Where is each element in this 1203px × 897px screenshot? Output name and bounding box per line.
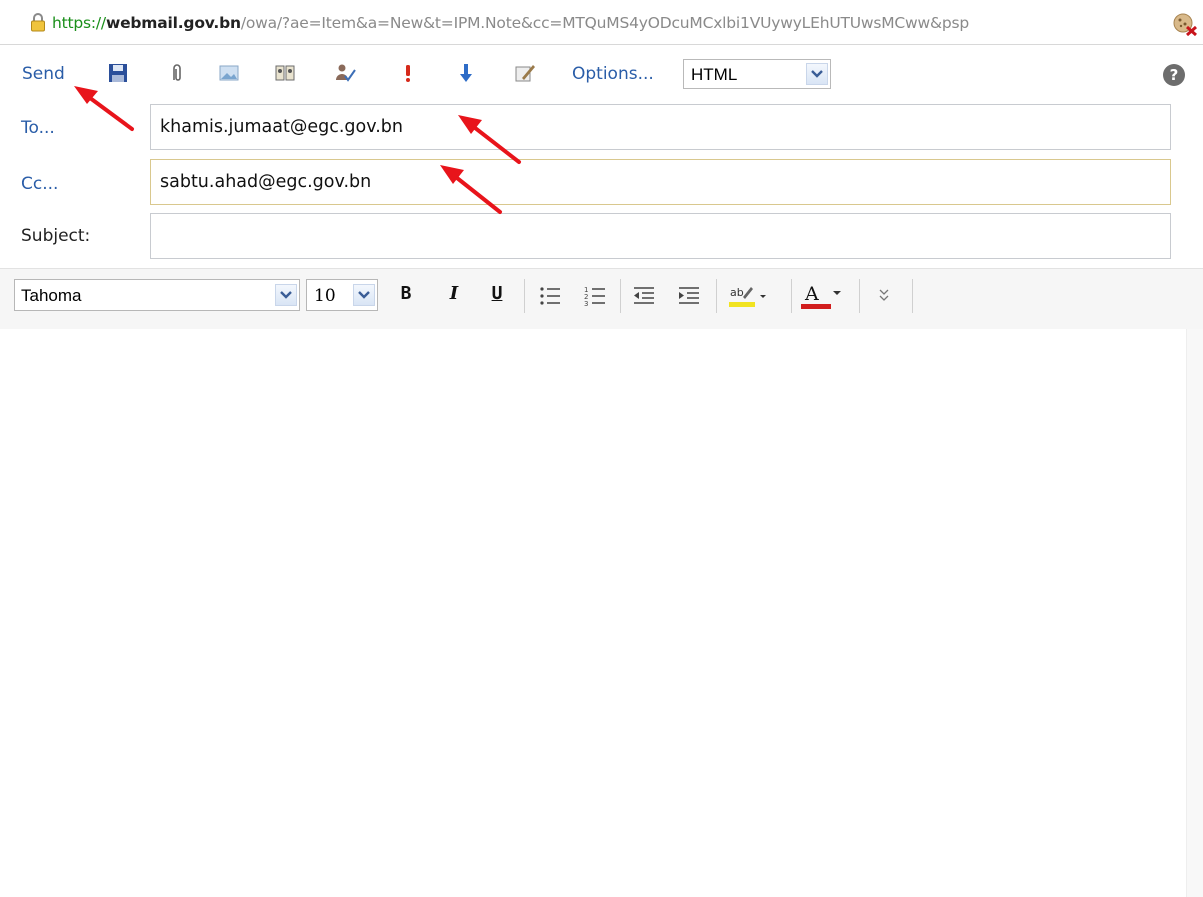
- to-field-value: khamis.jumaat@egc.gov.bn: [160, 117, 403, 137]
- address-bar[interactable]: https://webmail.gov.bn/owa/?ae=Item&a=Ne…: [0, 0, 1203, 45]
- highlight-color-icon[interactable]: ab: [729, 283, 769, 309]
- attach-icon[interactable]: [166, 62, 188, 84]
- send-button[interactable]: Send: [22, 64, 65, 84]
- url-scheme: https://: [52, 14, 106, 32]
- toolbar-separator: [912, 279, 913, 313]
- to-button[interactable]: To...: [21, 118, 55, 138]
- svg-text:3: 3: [584, 300, 588, 308]
- options-button[interactable]: Options...: [572, 64, 654, 84]
- font-dropdown-button[interactable]: [275, 284, 297, 306]
- font-family-value: Tahoma: [21, 286, 82, 305]
- compose-toolbar: Send Options... HTML ?: [0, 48, 1203, 96]
- bold-button[interactable]: B: [398, 283, 414, 309]
- low-importance-icon[interactable]: [455, 62, 477, 84]
- chevron-down-icon: [280, 291, 292, 299]
- chevron-down-icon: [358, 291, 370, 299]
- help-button[interactable]: ?: [1163, 64, 1185, 86]
- url-text[interactable]: https://webmail.gov.bn/owa/?ae=Item&a=Ne…: [52, 14, 969, 32]
- url-path: /owa/?ae=Item&a=New&t=IPM.Note&cc=MTQuMS…: [240, 14, 970, 32]
- address-book-icon[interactable]: [274, 62, 296, 84]
- more-options-chevron-icon[interactable]: [876, 283, 892, 309]
- font-color-button[interactable]: A: [801, 283, 841, 309]
- url-host: webmail.gov.bn: [105, 14, 241, 32]
- font-color-letter: A: [805, 283, 819, 305]
- subject-label: Subject:: [21, 226, 91, 246]
- lock-icon: [31, 13, 45, 32]
- format-dropdown-button[interactable]: [806, 63, 828, 85]
- numbered-list-icon[interactable]: 123: [583, 283, 607, 309]
- font-size-select[interactable]: 10: [306, 279, 378, 311]
- cc-field[interactable]: sabtu.ahad@egc.gov.bn: [150, 159, 1171, 205]
- insert-image-icon[interactable]: [218, 62, 240, 84]
- svg-text:ab: ab: [730, 286, 744, 299]
- cc-button[interactable]: Cc...: [21, 174, 58, 194]
- bullet-list-icon[interactable]: [538, 283, 562, 309]
- chevron-down-icon: [811, 70, 823, 78]
- toolbar-separator: [524, 279, 525, 313]
- italic-button[interactable]: I: [446, 283, 462, 309]
- cc-field-value: sabtu.ahad@egc.gov.bn: [160, 172, 372, 192]
- save-icon[interactable]: [107, 62, 129, 84]
- size-dropdown-button[interactable]: [353, 284, 375, 306]
- toolbar-separator: [791, 279, 792, 313]
- blocked-cookie-icon[interactable]: [1172, 12, 1198, 36]
- increase-indent-icon[interactable]: [677, 283, 701, 309]
- formatting-toolbar: Tahoma 10 B I U 123 ab A: [0, 268, 1203, 330]
- message-format-select[interactable]: HTML: [683, 59, 831, 89]
- font-family-select[interactable]: Tahoma: [14, 279, 300, 311]
- chevron-down-icon: [833, 291, 841, 295]
- editor-scrollbar[interactable]: [1186, 329, 1203, 897]
- check-names-icon[interactable]: [334, 62, 356, 84]
- toolbar-separator: [716, 279, 717, 313]
- underline-button[interactable]: U: [489, 283, 505, 309]
- toolbar-separator: [859, 279, 860, 313]
- message-format-value: HTML: [691, 65, 738, 84]
- font-color-swatch: [801, 304, 831, 309]
- decrease-indent-icon[interactable]: [632, 283, 656, 309]
- message-body-editor[interactable]: [0, 329, 1203, 897]
- high-importance-icon[interactable]: [397, 62, 419, 84]
- toolbar-separator: [620, 279, 621, 313]
- subject-field[interactable]: [150, 213, 1171, 259]
- font-size-value: 10: [314, 286, 336, 306]
- to-field[interactable]: khamis.jumaat@egc.gov.bn: [150, 104, 1171, 150]
- signature-icon[interactable]: [514, 62, 536, 84]
